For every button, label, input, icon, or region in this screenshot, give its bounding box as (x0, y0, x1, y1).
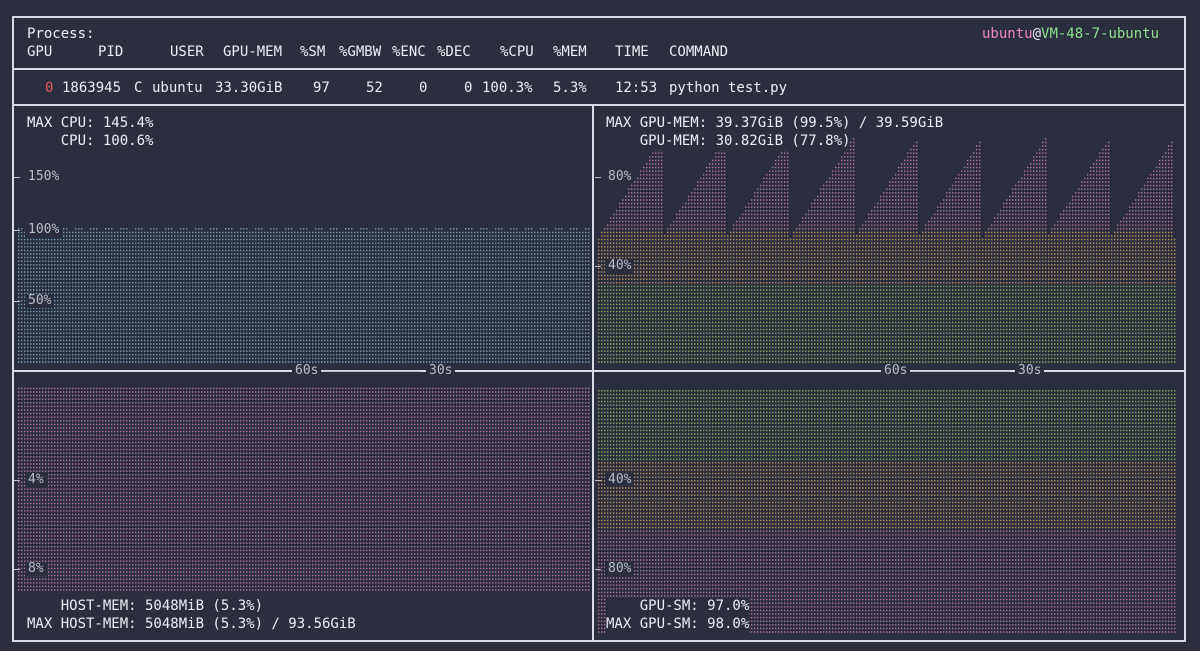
gpu-mem-max-text: MAX GPU-MEM: 39.37GiB (99.5%) / 39.59GiB (606, 114, 944, 132)
host-mem-current-text: HOST-MEM: 5048MiB (5.3%) (27, 597, 264, 615)
gpu-mem-current-text: GPU-MEM: 30.82GiB (77.8%) (606, 132, 851, 150)
gpu-sm-max-text: MAX GPU-SM: 98.0% (606, 615, 750, 633)
cpu-current-text: CPU: 100.6% (27, 133, 154, 149)
gpu-mem-tick-label-80: 80% (605, 170, 635, 184)
cpu-tick-label-150: 150% (25, 170, 63, 184)
host-mem-max-text: MAX HOST-MEM: 5048MiB (5.3%) / 93.56GiB (27, 615, 356, 633)
time-axis-line (320, 371, 420, 372)
gpu-sm-tick (595, 569, 601, 570)
time-label-60s-left: 60s (292, 364, 322, 378)
host-mem-tick (14, 480, 20, 481)
cpu-tick (14, 230, 20, 231)
time-label-60s-right: 60s (881, 364, 911, 378)
cpu-tick (14, 301, 20, 302)
cpu-max-text: MAX CPU: 145.4% (27, 115, 154, 131)
cpu-tick-label-100: 100% (25, 223, 63, 237)
terminal-screen: Process: ubuntu@VM-48-7-ubuntu GPU PID U… (0, 0, 1200, 651)
braille-plots (18, 138, 1176, 633)
gpu-sm-tick (595, 480, 601, 481)
gpu-sm-current-text: GPU-SM: 97.0% (606, 597, 750, 615)
host-mem-tick-label-4: 4% (25, 473, 47, 487)
host-mem-tick (14, 569, 20, 570)
gpu-mem-tick (595, 177, 601, 178)
gpu-sm-tick-label-40: 40% (605, 473, 635, 487)
gpu-sm-series (598, 390, 1176, 633)
gpu-mem-tick-label-40: 40% (605, 259, 635, 273)
time-label-30s-right: 30s (1015, 364, 1045, 378)
cpu-tick-label-50: 50% (25, 294, 55, 308)
gpu-sm-tick-label-80: 80% (605, 562, 635, 576)
cpu-tick (14, 177, 20, 178)
time-label-30s-left: 30s (426, 364, 456, 378)
host-mem-series (18, 387, 590, 591)
gpu-mem-tick (595, 266, 601, 267)
host-mem-tick-label-8: 8% (25, 562, 47, 576)
time-axis-line (910, 371, 1010, 372)
gpu-mem-series (598, 138, 1176, 363)
cpu-series (18, 228, 590, 363)
